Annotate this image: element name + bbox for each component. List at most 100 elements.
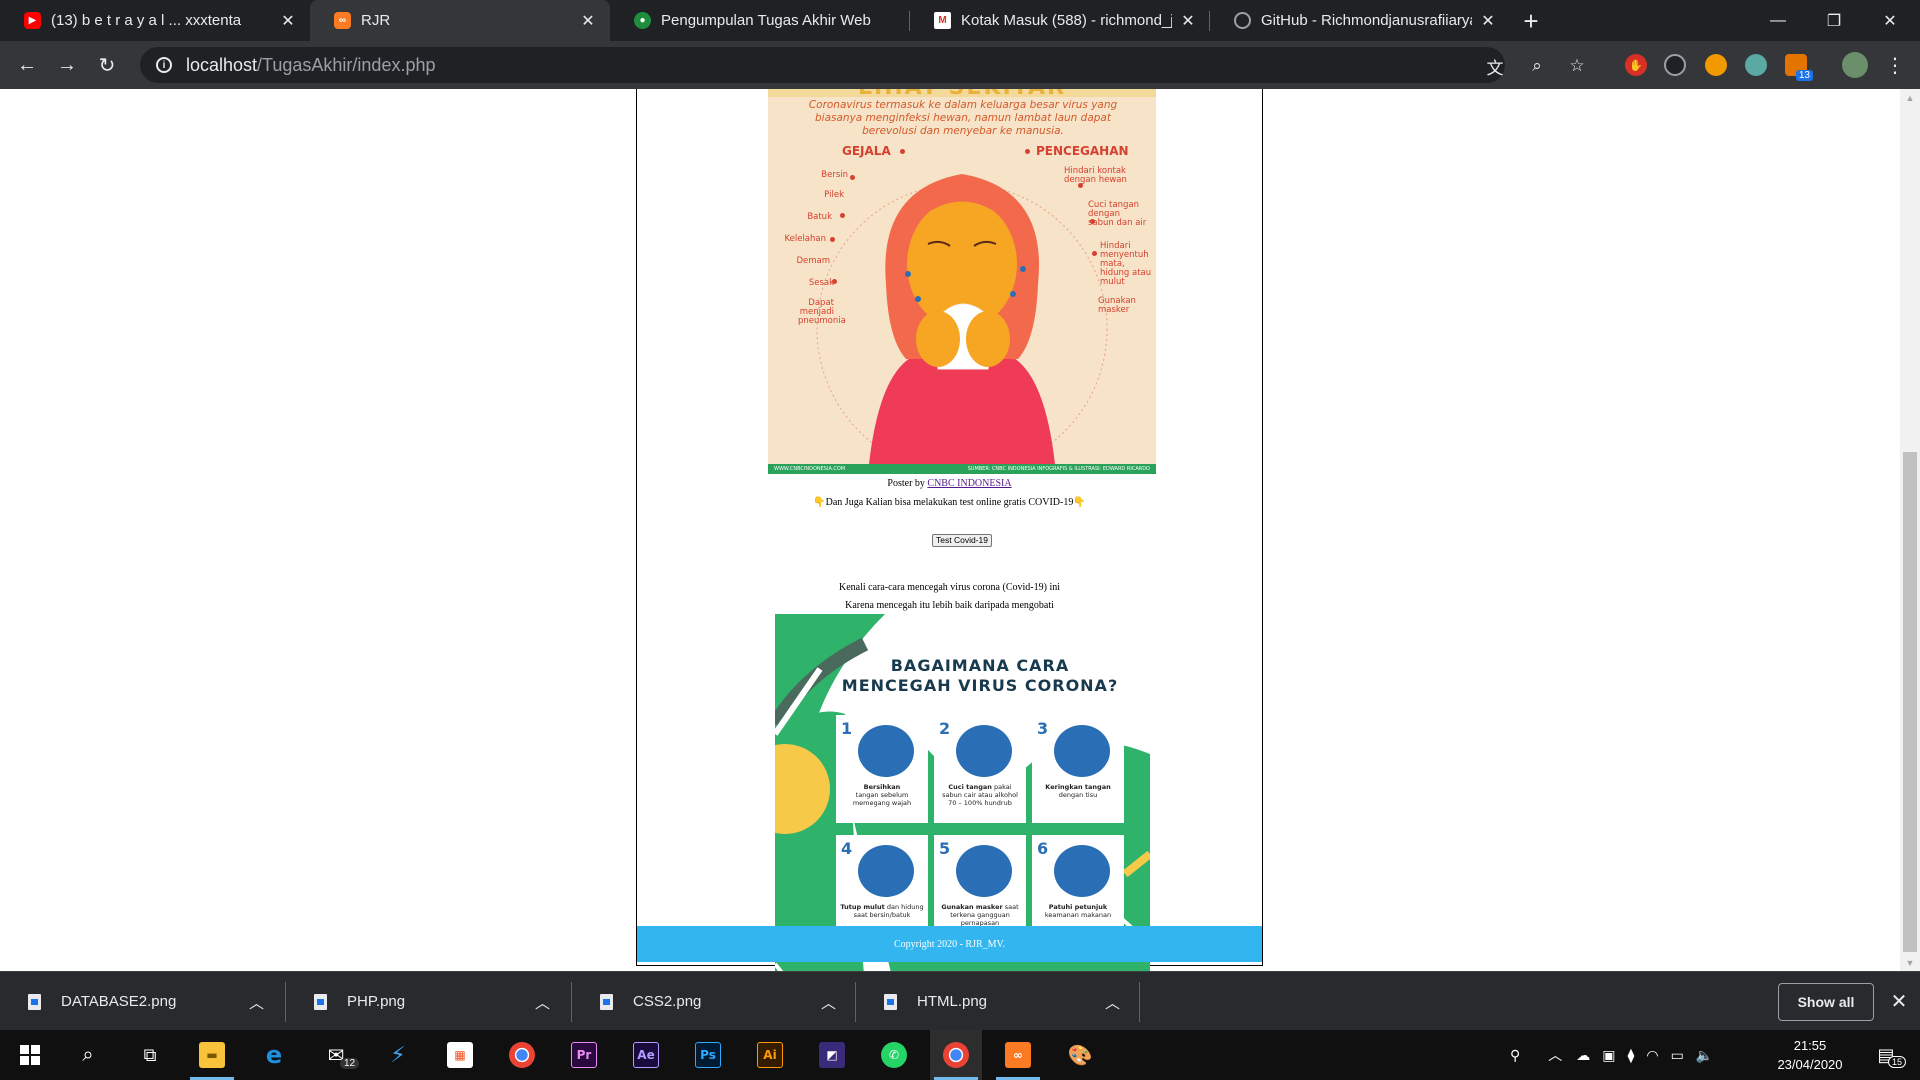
zoom-icon[interactable]: ⌕ [1526, 55, 1548, 77]
cnbc-link[interactable]: CNBC INDONESIA [927, 478, 1011, 489]
step-caption: Patuhi petunjuk keamanan makanan [1036, 903, 1120, 919]
tab-title: (13) b e t r a y a l ... xxxtenta [51, 12, 242, 29]
chevron-up-icon[interactable]: ︿ [535, 992, 550, 1013]
tab-classroom[interactable]: ● Pengumpulan Tugas Akhir Web [610, 0, 910, 41]
adblock-extension-icon[interactable]: ✋ [1625, 54, 1647, 76]
back-button[interactable]: ← [12, 50, 42, 80]
vscode-icon[interactable]: ⚡ [372, 1030, 424, 1080]
tab-gmail[interactable]: M Kotak Masuk (588) - richmond_ja ✕ [910, 0, 1210, 41]
windows-taskbar: ⌕ ⧉ ▬ e ✉ 12 ⚡ ▦ Pr Ae Ps Ai ◩ ✆ ∞ 🎨 ⚲ ︿… [0, 1030, 1920, 1080]
file-explorer-icon[interactable]: ▬ [186, 1030, 238, 1080]
poster2-title-line1: BAGAIMANA CARA [890, 656, 1070, 675]
show-all-downloads-button[interactable]: Show all [1778, 983, 1874, 1021]
minimize-button[interactable]: — [1748, 0, 1808, 41]
search-icon[interactable]: ⌕ [62, 1030, 114, 1080]
new-tab-button[interactable]: + [1516, 6, 1546, 36]
scroll-down-arrow-icon[interactable]: ▼ [1900, 954, 1920, 971]
pencegahan-title: PENCEGAHAN [1036, 144, 1129, 158]
download-filename: DATABASE2.png [61, 993, 177, 1010]
chevron-up-icon[interactable]: ︿ [1548, 1045, 1562, 1065]
illustrator-icon[interactable]: Ai [744, 1030, 796, 1080]
security-icon[interactable]: ▣ [1602, 1047, 1615, 1064]
pencegahan-item: Hindari menyentuh mata, hidung atau mulu… [1100, 241, 1152, 287]
extension-cat-icon[interactable] [1745, 54, 1767, 76]
browser-tab-strip: ▶ (13) b e t r a y a l ... xxxtenta ✕ ∞ … [0, 0, 1920, 41]
step-number: 5 [939, 839, 951, 858]
download-item[interactable]: HTML.png ︿ [856, 972, 1140, 1031]
system-tray: ⚲ ︿ ☁ ▣ ⧫ ◠ ▭ 🔈 [1510, 1030, 1760, 1080]
start-windows-icon[interactable] [4, 1030, 56, 1080]
chevron-up-icon[interactable]: ︿ [1105, 992, 1120, 1013]
chrome-running-icon[interactable] [930, 1030, 982, 1080]
restore-button[interactable]: ❐ [1804, 0, 1864, 41]
page-viewport: LIHAT SEKITAR Coronavirus termasuk ke da… [0, 89, 1900, 971]
onedrive-cloud-icon[interactable]: ☁ [1576, 1047, 1590, 1064]
close-window-button[interactable]: ✕ [1860, 0, 1920, 41]
premiere-icon[interactable]: Pr [558, 1030, 610, 1080]
notification-center-icon[interactable]: ▤ 15 [1866, 1030, 1907, 1080]
clock[interactable]: 21:55 23/04/2020 [1765, 1036, 1855, 1074]
paint-icon[interactable]: 🎨 [1054, 1030, 1106, 1080]
video-editor-icon[interactable]: ◩ [806, 1030, 858, 1080]
timeline-dot [900, 149, 905, 154]
scroll-up-arrow-icon[interactable]: ▲ [1900, 89, 1920, 106]
tab-title: RJR [361, 12, 391, 29]
step-card: 3 Keringkan tangan dengan tisu [1032, 715, 1124, 823]
tissue-hands-icon [1054, 725, 1110, 777]
profile-avatar[interactable] [1842, 52, 1868, 78]
address-bar[interactable]: i localhost/TugasAkhir/index.php 文 ⌕ ☆ [140, 47, 1585, 83]
page-scrollbar[interactable]: ▲ ▼ [1900, 89, 1920, 971]
chevron-up-icon[interactable]: ︿ [249, 992, 264, 1013]
chevron-up-icon[interactable]: ︿ [821, 992, 836, 1013]
timeline-dot [832, 279, 837, 284]
tab-youtube[interactable]: ▶ (13) b e t r a y a l ... xxxtenta ✕ [0, 0, 310, 41]
url-text[interactable]: localhost/TugasAkhir/index.php [186, 55, 435, 76]
site-info-icon[interactable]: i [156, 57, 172, 73]
close-tab-icon[interactable]: ✕ [1178, 11, 1198, 31]
store-icon[interactable]: ▦ [434, 1030, 486, 1080]
photoshop-icon[interactable]: Ps [682, 1030, 734, 1080]
people-icon[interactable]: ⚲ [1510, 1047, 1520, 1064]
mail-icon[interactable]: ✉ 12 [310, 1030, 362, 1080]
chrome-icon[interactable] [496, 1030, 548, 1080]
edge-icon[interactable]: e [248, 1030, 300, 1080]
close-tab-icon[interactable]: ✕ [1478, 11, 1498, 31]
close-download-shelf-icon[interactable]: ✕ [1885, 987, 1913, 1015]
download-item[interactable]: DATABASE2.png ︿ [0, 972, 284, 1031]
download-filename: HTML.png [917, 993, 988, 1010]
volume-icon[interactable]: 🔈 [1696, 1047, 1713, 1064]
tab-rjr[interactable]: ∞ RJR ✕ [310, 0, 610, 41]
download-filename: PHP.png [347, 993, 406, 1010]
after-effects-icon[interactable]: Ae [620, 1030, 672, 1080]
tab-github[interactable]: GitHub - Richmondjanusrafiiarya ✕ [1210, 0, 1510, 41]
step-caption-rest: keamanan makanan [1044, 911, 1112, 919]
dropbox-icon[interactable]: ⧫ [1628, 1047, 1635, 1064]
wifi-icon[interactable]: ◠ [1646, 1047, 1658, 1064]
translate-icon[interactable]: 文 [1484, 55, 1506, 78]
test-covid-button[interactable]: Test Covid-19 [932, 534, 992, 547]
step-number: 3 [1037, 719, 1049, 738]
extension-calendar-icon[interactable]: 13 [1785, 54, 1813, 81]
bookmark-star-icon[interactable]: ☆ [1566, 55, 1588, 77]
extension-mushroom-icon[interactable] [1705, 54, 1727, 76]
step-caption-bold: Tutup mulut [840, 903, 885, 911]
menu-kebab-icon[interactable]: ⋮ [1880, 50, 1910, 80]
download-item[interactable]: CSS2.png ︿ [572, 972, 856, 1031]
scroll-thumb[interactable] [1903, 452, 1917, 952]
reload-button[interactable]: ↻ [92, 50, 122, 80]
poster2-title-line2: MENCEGAH VIRUS CORONA? [841, 676, 1119, 695]
whatsapp-icon[interactable]: ✆ [868, 1030, 920, 1080]
forward-button[interactable]: → [52, 50, 82, 80]
task-view-icon[interactable]: ⧉ [124, 1030, 176, 1080]
download-item[interactable]: PHP.png ︿ [286, 972, 570, 1031]
step-caption: Bersihkan tangan sebelum memegang wajah [840, 783, 924, 807]
close-tab-icon[interactable]: ✕ [578, 11, 598, 31]
tab-title: Kotak Masuk (588) - richmond_ja [961, 12, 1172, 29]
step-caption-rest: dengan tisu [1058, 791, 1098, 799]
close-tab-icon[interactable]: ✕ [278, 11, 298, 31]
battery-icon[interactable]: ▭ [1671, 1047, 1684, 1064]
xampp-icon: ∞ [334, 12, 351, 29]
clock-time: 21:55 [1793, 1038, 1827, 1053]
xampp-icon[interactable]: ∞ [992, 1030, 1044, 1080]
extension-icon[interactable] [1664, 54, 1686, 76]
